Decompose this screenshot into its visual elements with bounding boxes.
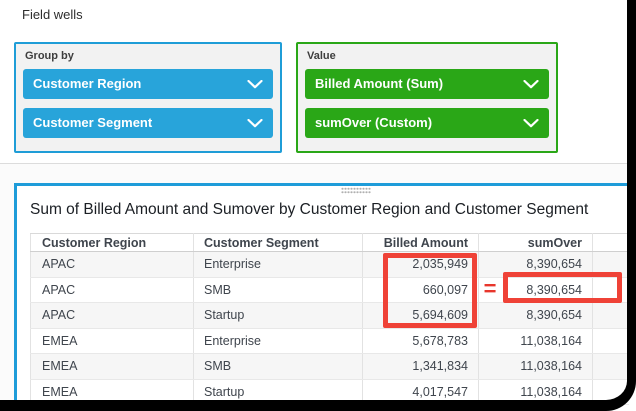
column-header-customer-region[interactable]: Customer Region xyxy=(31,234,194,252)
group-by-field-well: Group by Customer Region Customer Segmen… xyxy=(14,42,282,153)
column-header-customer-segment[interactable]: Customer Segment xyxy=(194,234,363,252)
table-row: EMEAStartup4,017,54711,038,164 xyxy=(31,379,629,405)
field-pill-label: sumOver (Custom) xyxy=(315,115,432,130)
table-row: APACStartup5,694,6098,390,654 xyxy=(31,303,629,329)
column-header-filler xyxy=(593,234,629,252)
table-row: EMEASMB1,341,83411,038,164 xyxy=(31,354,629,380)
table-cell: 11,038,164 xyxy=(479,379,593,405)
field-wells-heading: Field wells xyxy=(22,7,83,22)
field-pill-label: Billed Amount (Sum) xyxy=(315,76,443,91)
data-table: Customer Region Customer Segment Billed … xyxy=(30,233,629,405)
table-cell: 8,390,654 xyxy=(479,303,593,329)
annotation-equals: = xyxy=(476,276,504,302)
field-pill-sumover[interactable]: sumOver (Custom) xyxy=(305,108,549,138)
chevron-down-icon xyxy=(523,119,539,128)
field-pill-label: Customer Segment xyxy=(33,115,152,130)
table-cell: 1,341,834 xyxy=(363,354,479,380)
table-cell: EMEA xyxy=(31,328,194,354)
annotation-box-billed-amounts xyxy=(383,253,477,328)
value-label: Value xyxy=(307,50,547,63)
table-cell: 4,017,547 xyxy=(363,379,479,405)
table-cell: 5,678,783 xyxy=(363,328,479,354)
table-cell-filler xyxy=(593,328,629,354)
field-pill-customer-segment[interactable]: Customer Segment xyxy=(23,108,273,138)
table-cell: SMB xyxy=(194,354,363,380)
value-field-well: Value Billed Amount (Sum) sumOver (Custo… xyxy=(296,42,558,153)
column-header-sumover[interactable]: sumOver xyxy=(479,234,593,252)
table-cell: APAC xyxy=(31,303,194,329)
visual-title: Sum of Billed Amount and Sumover by Cust… xyxy=(30,201,588,219)
table-cell: APAC xyxy=(31,252,194,278)
table-cell: Enterprise xyxy=(194,252,363,278)
quicksight-field-wells-screen: Field wells Group by Customer Region Cus… xyxy=(0,0,636,411)
table-cell: 11,038,164 xyxy=(479,354,593,380)
table-cell: EMEA xyxy=(31,379,194,405)
table-cell-filler xyxy=(593,354,629,380)
drag-handle-icon[interactable] xyxy=(341,187,371,194)
annotation-box-sumover-value xyxy=(503,272,622,303)
table-cell: EMEA xyxy=(31,354,194,380)
field-pill-customer-region[interactable]: Customer Region xyxy=(23,69,273,99)
field-pill-label: Customer Region xyxy=(33,76,141,91)
column-header-billed-amount[interactable]: Billed Amount xyxy=(363,234,479,252)
chevron-down-icon xyxy=(523,80,539,89)
chevron-down-icon xyxy=(247,80,263,89)
table-cell: SMB xyxy=(194,277,363,303)
table-cell: Startup xyxy=(194,303,363,329)
group-by-label: Group by xyxy=(25,50,271,63)
table-cell: Startup xyxy=(194,379,363,405)
table-cell-filler xyxy=(593,379,629,405)
table-cell-filler xyxy=(593,303,629,329)
table-cell: 11,038,164 xyxy=(479,328,593,354)
table-row: EMEAEnterprise5,678,78311,038,164 xyxy=(31,328,629,354)
field-pill-billed-amount[interactable]: Billed Amount (Sum) xyxy=(305,69,549,99)
table-cell: APAC xyxy=(31,277,194,303)
table-cell: Enterprise xyxy=(194,328,363,354)
chevron-down-icon xyxy=(247,119,263,128)
table-header-row: Customer Region Customer Segment Billed … xyxy=(31,234,629,252)
